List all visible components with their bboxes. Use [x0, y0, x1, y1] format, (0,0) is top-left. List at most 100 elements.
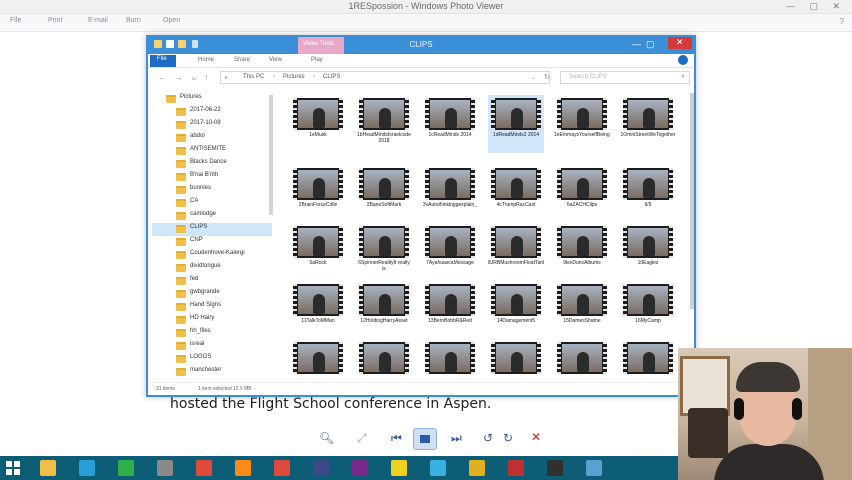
media-icon[interactable] — [508, 460, 524, 476]
nav-item[interactable]: Pictures — [152, 93, 272, 106]
menu-burn[interactable]: Burn — [126, 17, 141, 24]
nav-item[interactable]: dividtongue — [152, 262, 272, 275]
back-arrow-icon[interactable]: ← — [158, 72, 167, 82]
nav-item[interactable]: B'nai B'rith — [152, 171, 272, 184]
file-thumbnail[interactable]: 1cReadMinds 2014 — [422, 95, 478, 153]
forward-arrow-icon[interactable]: → — [174, 72, 183, 82]
file-thumbnail[interactable]: 12HoldingHarryAsset — [356, 281, 412, 339]
file-thumbnail[interactable]: 16MyCamp — [620, 281, 676, 339]
mail-icon[interactable] — [469, 460, 485, 476]
ribbon-tab-view[interactable]: View — [269, 57, 282, 63]
zoom-icon[interactable]: 🔍︎ — [319, 431, 334, 445]
rotate-left-icon[interactable]: ↺ — [483, 431, 493, 445]
search-input[interactable]: Search CLIPS ⌕ — [560, 71, 690, 84]
nav-item[interactable]: Hand Signs — [152, 301, 272, 314]
file-thumbnail[interactable]: 7AyahuascaMessage — [422, 223, 478, 281]
chrome-icon[interactable] — [274, 460, 290, 476]
help-icon[interactable]: ? — [840, 17, 844, 26]
menu-email[interactable]: E-mail — [88, 17, 108, 24]
ribbon-tab-play[interactable]: Play — [311, 57, 323, 63]
nav-item[interactable]: manchester — [152, 366, 272, 379]
minimize-button[interactable]: — — [632, 39, 641, 49]
refresh-icon[interactable]: ↻ — [544, 73, 550, 81]
file-thumbnail[interactable]: 15DamesShame — [554, 281, 610, 339]
actual-size-icon[interactable]: ⤢ — [357, 431, 367, 446]
file-thumbnail[interactable]: 1OmniStreetWeTogether — [620, 95, 676, 153]
next-icon[interactable]: ⏭ — [451, 431, 462, 446]
ribbon-tab-file[interactable]: File — [150, 55, 176, 67]
nav-item[interactable]: gwbgrande — [152, 288, 272, 301]
help-icon[interactable] — [678, 55, 688, 65]
slideshow-button[interactable] — [413, 428, 437, 450]
maximize-button[interactable]: ▢ — [646, 39, 655, 50]
file-thumbnail[interactable]: 14Damagement5 — [488, 281, 544, 339]
file-thumbnail[interactable] — [422, 339, 478, 383]
nav-item[interactable]: fed — [152, 275, 272, 288]
breadcrumb-clips[interactable]: CLIPS — [323, 74, 340, 80]
chrome-icon[interactable] — [196, 460, 212, 476]
nav-item[interactable]: CLIPS — [152, 223, 272, 236]
breadcrumb-this-pc[interactable]: This PC — [243, 74, 264, 80]
menu-file[interactable]: File — [10, 17, 21, 24]
premiere-icon[interactable] — [352, 460, 368, 476]
file-thumbnail[interactable]: 10Eaglez — [620, 223, 676, 281]
file-thumbnail[interactable]: 2BaneSoftMark — [356, 165, 412, 223]
photo-viewer-window-buttons[interactable]: — ▢ ✕ — [786, 1, 846, 12]
file-thumbnail[interactable] — [356, 339, 412, 383]
nav-item[interactable]: LOGOS — [152, 353, 272, 366]
file-thumbnail[interactable]: 9lexDuncAlbums — [554, 223, 610, 281]
nav-item[interactable]: isreal — [152, 340, 272, 353]
address-dropdown-icon[interactable]: ⌄ — [531, 74, 536, 81]
nav-item[interactable]: CA — [152, 197, 272, 210]
recent-chevron-icon[interactable]: ⌄ — [190, 72, 198, 83]
nav-item[interactable]: abdol — [152, 132, 272, 145]
delete-icon[interactable]: ✕ — [531, 430, 541, 444]
file-thumbnail[interactable]: 2BrainForceColle — [290, 165, 346, 223]
close-button[interactable]: ✕ — [668, 37, 692, 49]
file-thumbnail[interactable] — [488, 339, 544, 383]
file-thumbnail[interactable]: 1eEmmaysYourselfBeingThinkAlike — [554, 95, 610, 153]
photoshop-icon[interactable] — [313, 460, 329, 476]
file-thumbnail[interactable]: 6SpinnerRealityIt really is — [356, 223, 412, 281]
nav-item[interactable]: Blacks Dance — [152, 158, 272, 171]
nav-item[interactable]: hh_files — [152, 327, 272, 340]
file-explorer-icon[interactable] — [40, 460, 56, 476]
nav-item[interactable]: 2017-10-08 — [152, 119, 272, 132]
ie-icon[interactable] — [79, 460, 95, 476]
file-thumbnail[interactable]: 1bHeadMindsIsraelcode 2018 — [356, 95, 412, 153]
ribbon-tab-home[interactable]: Home — [198, 57, 214, 63]
previous-icon[interactable]: ⏮ — [391, 431, 402, 446]
nav-item[interactable]: bunnies — [152, 184, 272, 197]
obs-icon[interactable] — [547, 460, 563, 476]
file-thumbnail[interactable]: 1dReadMinds2 2014 — [488, 95, 544, 153]
file-list-scrollbar[interactable] — [690, 93, 694, 309]
batman-icon[interactable] — [391, 460, 407, 476]
file-thumbnail[interactable]: 1eMusk — [290, 95, 346, 153]
file-thumbnail[interactable]: 9/9 — [620, 165, 676, 223]
address-bar[interactable]: ▸ This PC › Pictures › CLIPS ⌄ — [220, 71, 550, 84]
settings-icon[interactable] — [157, 460, 173, 476]
file-thumbnail[interactable] — [554, 339, 610, 383]
nav-item[interactable]: ANTISEMITE — [152, 145, 272, 158]
file-thumbnail[interactable] — [620, 339, 676, 383]
file-thumbnail[interactable]: 4cTrumpRacCast — [488, 165, 544, 223]
firefox-icon[interactable] — [235, 460, 251, 476]
file-thumbnail[interactable]: 5aZACHClips — [554, 165, 610, 223]
menu-open[interactable]: Open — [163, 17, 180, 24]
file-thumbnail[interactable]: 13BernBobbR&Red — [422, 281, 478, 339]
monitor-icon[interactable] — [586, 460, 602, 476]
store-icon[interactable] — [118, 460, 134, 476]
paint-icon[interactable] — [430, 460, 446, 476]
file-thumbnail[interactable]: 8JRBMushroomFloatTanks — [488, 223, 544, 281]
nav-item[interactable]: Coudenhove-Kalergi — [152, 249, 272, 262]
nav-item[interactable]: CNP — [152, 236, 272, 249]
breadcrumb-pictures[interactable]: Pictures — [283, 74, 305, 80]
file-thumbnail[interactable]: 11TalkToMMan — [290, 281, 346, 339]
up-arrow-icon[interactable]: ↑ — [204, 72, 209, 82]
file-thumbnail[interactable] — [290, 339, 346, 383]
file-thumbnail[interactable]: 3vAutothinkinggexplain_ — [422, 165, 478, 223]
nav-item[interactable]: camlodge — [152, 210, 272, 223]
ribbon-tab-share[interactable]: Share — [234, 57, 250, 63]
nav-item[interactable]: 2017-06-22 — [152, 106, 272, 119]
menu-print[interactable]: Print — [48, 17, 62, 24]
